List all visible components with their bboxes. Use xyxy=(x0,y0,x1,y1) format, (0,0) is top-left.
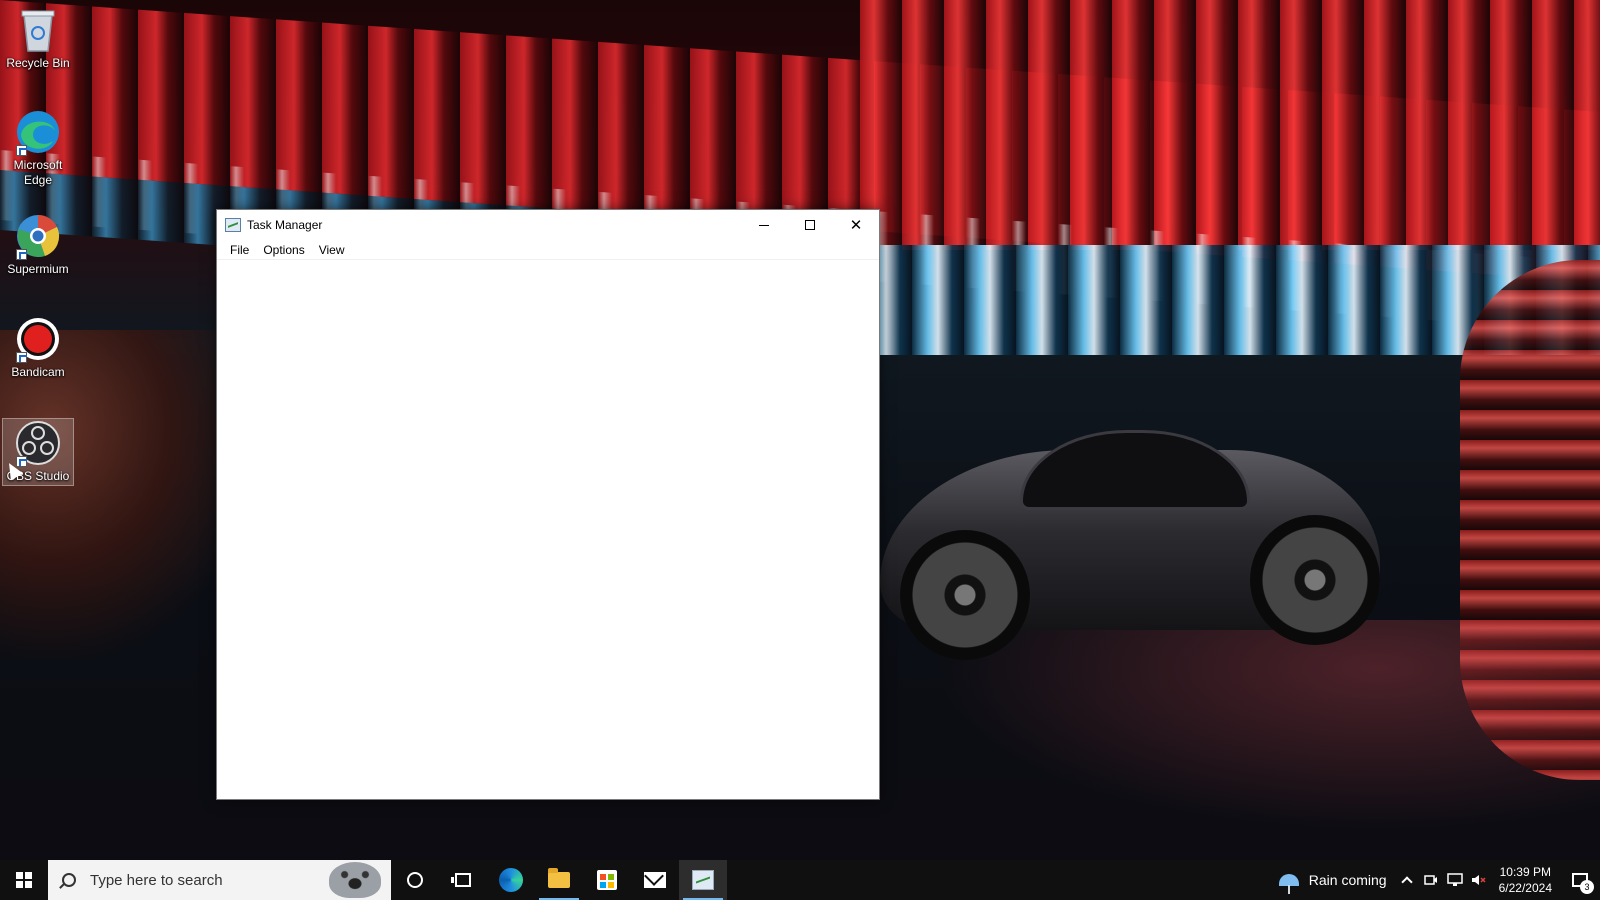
taskbar-edge[interactable] xyxy=(487,860,535,900)
menu-options[interactable]: Options xyxy=(256,240,311,260)
action-center-button[interactable]: 3 xyxy=(1560,860,1600,900)
network-button[interactable] xyxy=(1443,860,1467,900)
maximize-button[interactable] xyxy=(787,210,833,240)
task-view-button[interactable] xyxy=(439,860,487,900)
search-highlight-koala-icon[interactable] xyxy=(329,862,381,898)
maximize-icon xyxy=(805,220,815,230)
menu-file[interactable]: File xyxy=(223,240,256,260)
obs-icon xyxy=(14,419,62,467)
edge-icon xyxy=(14,108,62,156)
desktop-icon-label: Supermium xyxy=(7,262,69,276)
umbrella-icon xyxy=(1278,874,1299,894)
car-wheel-rear xyxy=(1250,515,1380,645)
desktop-icon-label: Recycle Bin xyxy=(6,56,70,70)
volume-muted-icon xyxy=(1471,875,1486,885)
close-button[interactable]: ✕ xyxy=(833,210,879,240)
mail-icon xyxy=(644,872,666,888)
minimize-icon xyxy=(759,224,769,226)
volume-button[interactable] xyxy=(1467,860,1491,900)
desktop-icon-supermium[interactable]: Supermium xyxy=(2,212,74,277)
shortcut-arrow-icon xyxy=(16,145,27,156)
window-title: Task Manager xyxy=(247,218,323,232)
desktop-icon-microsoft-edge[interactable]: Microsoft Edge xyxy=(2,108,74,188)
task-manager-icon xyxy=(692,870,714,890)
weather-widget[interactable]: Rain coming xyxy=(1271,872,1395,894)
camera-icon xyxy=(1423,875,1437,885)
clock-date: 6/22/2024 xyxy=(1498,881,1552,895)
minimize-button[interactable] xyxy=(741,210,787,240)
file-explorer-icon xyxy=(548,868,570,888)
window-content-area xyxy=(217,261,879,799)
show-hidden-icons-button[interactable] xyxy=(1395,860,1419,900)
shortcut-arrow-icon xyxy=(16,249,27,260)
task-manager-window[interactable]: Task Manager ✕ File Options View xyxy=(216,209,880,800)
cortana-icon xyxy=(407,872,423,888)
desktop-icon-label: Bandicam xyxy=(11,365,65,379)
notification-count-badge: 3 xyxy=(1580,880,1594,894)
desktop-icon-recycle-bin[interactable]: Recycle Bin xyxy=(2,6,74,71)
edge-icon xyxy=(499,868,523,892)
supermium-icon xyxy=(14,212,62,260)
meet-now-button[interactable] xyxy=(1419,860,1443,900)
start-button[interactable] xyxy=(0,860,48,900)
bandicam-icon xyxy=(14,315,62,363)
desktop-icon-label: Microsoft Edge xyxy=(13,158,63,187)
menu-view[interactable]: View xyxy=(312,240,352,260)
window-controls: ✕ xyxy=(741,210,879,240)
menu-bar: File Options View xyxy=(217,240,879,260)
desktop-icon-bandicam[interactable]: Bandicam xyxy=(2,315,74,380)
taskbar-task-manager[interactable] xyxy=(679,860,727,900)
taskbar-search-box[interactable]: Type here to search xyxy=(48,860,391,900)
windows-logo-icon xyxy=(16,872,32,888)
weather-text: Rain coming xyxy=(1308,872,1387,888)
store-icon xyxy=(597,870,617,890)
search-placeholder: Type here to search xyxy=(90,871,223,889)
shortcut-arrow-icon xyxy=(16,352,27,363)
task-view-icon xyxy=(451,873,471,887)
system-tray: Rain coming 10:39 PM 6/22/2024 3 xyxy=(1271,860,1600,900)
car-wheel-front xyxy=(900,530,1030,660)
window-titlebar[interactable]: Task Manager ✕ xyxy=(217,210,879,240)
chevron-up-icon xyxy=(1400,876,1413,888)
search-icon xyxy=(62,873,76,887)
taskbar-mail[interactable] xyxy=(631,860,679,900)
network-icon xyxy=(1446,873,1463,886)
car-window xyxy=(1020,430,1250,510)
taskbar-file-explorer[interactable] xyxy=(535,860,583,900)
wallpaper-car xyxy=(880,410,1380,680)
close-icon: ✕ xyxy=(849,217,863,234)
taskbar-store[interactable] xyxy=(583,860,631,900)
taskbar-clock[interactable]: 10:39 PM 6/22/2024 xyxy=(1491,864,1560,896)
cortana-button[interactable] xyxy=(391,860,439,900)
task-manager-icon xyxy=(225,218,241,232)
wallpaper-red-wall-right xyxy=(860,0,1600,250)
clock-time: 10:39 PM xyxy=(1499,865,1551,879)
recycle-bin-icon xyxy=(14,6,62,54)
taskbar: Type here to search Rain coming 10:39 PM… xyxy=(0,860,1600,900)
